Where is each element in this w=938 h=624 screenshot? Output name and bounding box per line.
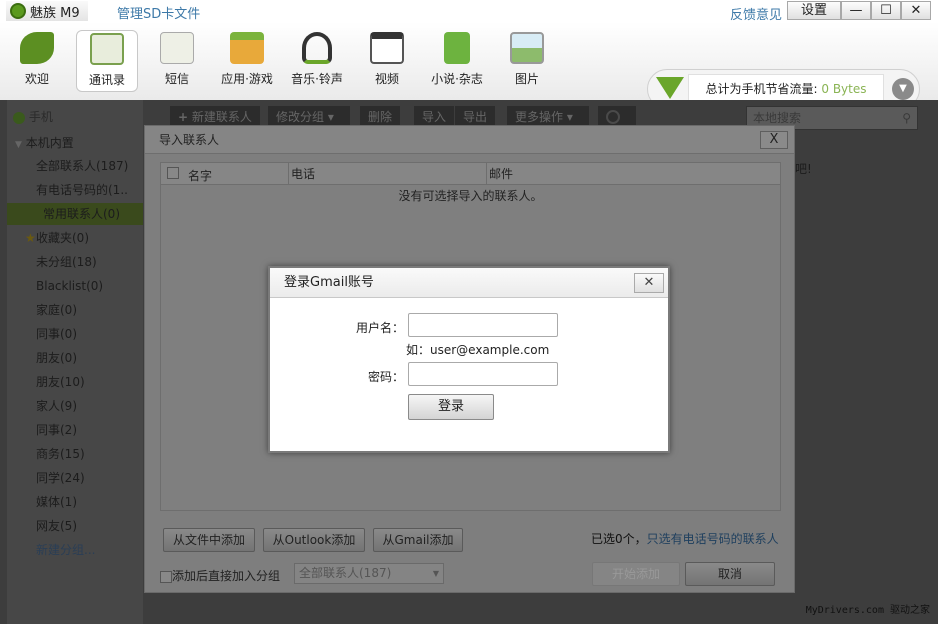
watermark: MyDrivers.com 驱动之家 <box>805 605 930 616</box>
dialog-title: 导入联系人 <box>145 126 794 154</box>
tab-music[interactable]: 音乐·铃声 <box>286 30 348 92</box>
tab-label: 应用·游戏 <box>221 72 273 86</box>
maximize-button[interactable]: ☐ <box>871 1 901 20</box>
sidebar-item[interactable]: Blacklist(0) <box>36 275 146 297</box>
sidebar-item[interactable]: 有电话号码的(1.. <box>36 179 146 201</box>
tab-label: 欢迎 <box>24 72 49 86</box>
app-brand: 魅族 M9 <box>6 1 88 21</box>
sidebar-item[interactable]: 同事(2) <box>36 419 146 441</box>
star-icon: ★ <box>25 231 36 245</box>
sidebar-item[interactable]: 朋友(0) <box>36 347 146 369</box>
tab-pictures[interactable]: 图片 <box>496 30 558 92</box>
tab-label: 视频 <box>374 72 399 86</box>
sidebar-item[interactable]: 网友(5) <box>36 515 146 537</box>
tab-label: 图片 <box>514 72 539 86</box>
add-from-outlook-button[interactable]: 从Outlook添加 <box>263 528 365 552</box>
feedback-link[interactable]: 反馈意见 <box>730 4 782 23</box>
column-name: 名字 <box>188 169 213 183</box>
tab-label: 小说·杂志 <box>431 72 483 86</box>
traffic-value: 0 Bytes <box>821 82 867 96</box>
app-name: 魅族 M9 <box>30 5 80 21</box>
book-icon <box>444 32 470 64</box>
gmail-login-dialog: 登录Gmail账号 ✕ 用户名： 如：user@example.com 密码： … <box>268 266 670 453</box>
group-select-value: 全部联系人(187) <box>299 566 392 580</box>
settings-button[interactable]: 设置 <box>787 1 841 20</box>
box-icon <box>230 32 264 64</box>
chevron-down-icon[interactable]: ▼ <box>892 78 914 100</box>
sidebar-item[interactable]: 媒体(1) <box>36 491 146 513</box>
minimize-button[interactable]: — <box>841 1 871 20</box>
search-placeholder: 本地搜索 <box>753 111 802 125</box>
table-header: 名字 电话 邮件 <box>161 163 780 185</box>
dialog-title: 登录Gmail账号 <box>270 268 668 298</box>
add-to-group-option[interactable]: 添加后直接加入分组 <box>160 567 280 584</box>
selection-status: 已选0个，只选有电话号码的联系人 <box>591 530 779 547</box>
search-icon: ⚲ <box>902 111 911 125</box>
start-add-button[interactable]: 开始添加 <box>592 562 680 586</box>
clapboard-icon <box>370 32 404 64</box>
username-hint: 如：user@example.com <box>406 343 550 357</box>
sidebar-item[interactable]: 全部联系人(187) <box>36 155 146 177</box>
plus-icon: + <box>178 110 189 124</box>
tab-sms[interactable]: 短信 <box>146 30 208 92</box>
close-button[interactable]: ✕ <box>901 1 931 20</box>
column-phone: 电话 <box>288 163 315 185</box>
caret-down-icon: ▼ <box>15 140 22 150</box>
username-input[interactable] <box>408 313 558 337</box>
refresh-icon <box>606 110 620 124</box>
column-email: 邮件 <box>486 163 513 185</box>
partial-content-text: 吧! <box>795 162 812 176</box>
contact-card-icon <box>90 33 124 65</box>
picture-icon <box>510 32 544 64</box>
manage-sd-link[interactable]: 管理SD卡文件 <box>117 3 200 22</box>
sidebar-item[interactable]: 同学(24) <box>36 467 146 489</box>
sidebar-item[interactable]: 常用联系人(0) <box>7 203 143 225</box>
cancel-button[interactable]: 取消 <box>685 562 775 586</box>
new-contact-label: 新建联系人 <box>191 110 252 124</box>
sidebar-item[interactable]: 家庭(0) <box>36 299 146 321</box>
sidebar-item[interactable]: 收藏夹(0) <box>36 227 146 249</box>
title-bar: 魅族 M9 管理SD卡文件 反馈意见 设置 — ☐ ✕ <box>0 0 938 23</box>
chevron-down-icon: ▼ <box>432 569 439 578</box>
close-button[interactable]: X <box>760 131 788 149</box>
sidebar-item[interactable]: 同事(0) <box>36 323 146 345</box>
group-select[interactable]: 全部联系人(187) ▼ <box>294 563 444 584</box>
tab-contacts[interactable]: 通讯录 <box>76 30 138 92</box>
add-to-group-checkbox[interactable] <box>160 570 172 583</box>
new-group-link[interactable]: 新建分组... <box>36 539 146 561</box>
pea-logo-icon <box>10 3 26 19</box>
tab-welcome[interactable]: 欢迎 <box>6 30 68 92</box>
tab-books[interactable]: 小说·杂志 <box>426 30 488 92</box>
sidebar-item[interactable]: 商务(15) <box>36 443 146 465</box>
only-phone-link[interactable]: 只选有电话号码的联系人 <box>647 532 779 546</box>
download-arrow-icon <box>656 77 684 99</box>
password-input[interactable] <box>408 362 558 386</box>
username-label: 用户名： <box>355 321 404 335</box>
tab-label: 短信 <box>164 72 189 86</box>
message-icon <box>160 32 194 64</box>
tab-apps-games[interactable]: 应用·游戏 <box>216 30 278 92</box>
sidebar-item[interactable]: 家人(9) <box>36 395 146 417</box>
tab-label: 音乐·铃声 <box>291 72 343 86</box>
add-from-file-button[interactable]: 从文件中添加 <box>163 528 255 552</box>
add-from-gmail-button[interactable]: 从Gmail添加 <box>373 528 463 552</box>
empty-message: 没有可选择导入的联系人。 <box>398 189 543 203</box>
sidebar-item[interactable]: 朋友(10) <box>36 371 146 393</box>
traffic-label: 总计为手机节省流量: <box>705 82 818 96</box>
tab-video[interactable]: 视频 <box>356 30 418 92</box>
main-toolbar: 欢迎 通讯录 短信 应用·游戏 音乐·铃声 视频 小说·杂志 图片 总计为手机节… <box>0 22 938 109</box>
pea-icon <box>20 32 54 64</box>
login-button[interactable]: 登录 <box>408 394 494 420</box>
add-to-group-label: 添加后直接加入分组 <box>172 569 281 583</box>
selected-count: 已选0个， <box>591 532 647 546</box>
sidebar-item[interactable]: 未分组(18) <box>36 251 146 273</box>
tab-label: 通讯录 <box>88 73 125 87</box>
select-all-checkbox[interactable] <box>167 167 179 179</box>
headphones-icon <box>302 32 332 64</box>
close-button[interactable]: ✕ <box>634 273 664 293</box>
password-label: 密码： <box>367 370 404 384</box>
